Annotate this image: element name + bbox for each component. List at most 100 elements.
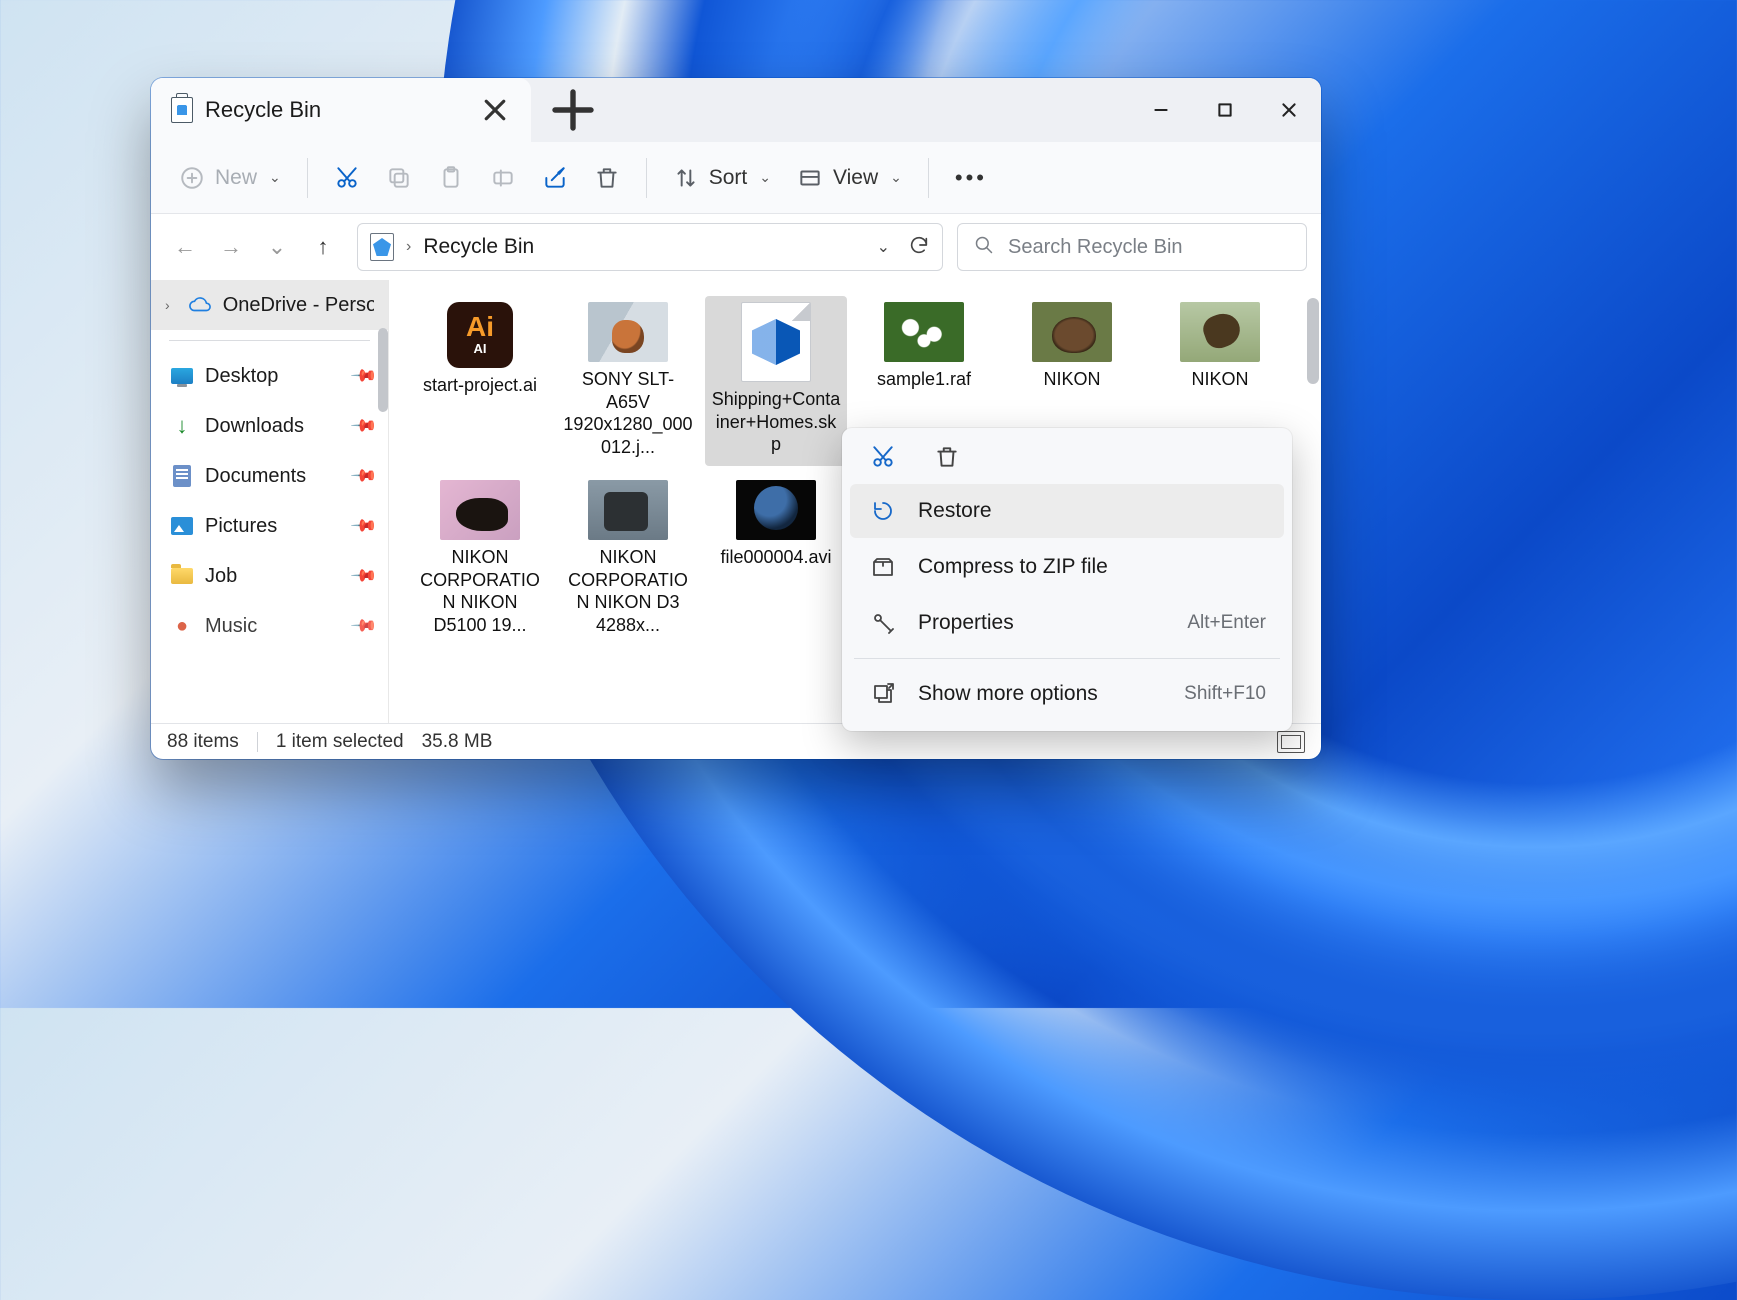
context-compress[interactable]: Compress to ZIP file (850, 540, 1284, 594)
selection-count: 1 item selected (276, 731, 404, 753)
breadcrumb[interactable]: Recycle Bin (423, 235, 534, 259)
sidebar-item-label: Desktop (205, 365, 278, 388)
forward-button[interactable]: → (211, 227, 251, 267)
sidebar-item-label: Job (205, 565, 237, 588)
restore-icon (868, 496, 898, 526)
cut-menu-button[interactable] (868, 442, 898, 472)
pin-icon: 📌 (349, 461, 378, 490)
sidebar-item-onedrive[interactable]: › OneDrive - Personal (151, 280, 388, 330)
sidebar-item-documents[interactable]: Documents 📌 (151, 451, 388, 501)
pictures-icon (171, 517, 193, 535)
context-menu: Restore Compress to ZIP file Properties … (842, 428, 1292, 731)
image-thumbnail (440, 480, 520, 540)
sidebar-item-pictures[interactable]: Pictures 📌 (151, 501, 388, 551)
toolbar: New ⌄ Sort ⌄ View ⌄ ••• (151, 142, 1321, 214)
desktop-icon (171, 368, 193, 384)
view-details-toggle[interactable] (1277, 731, 1305, 753)
pin-icon: 📌 (349, 361, 378, 390)
navigation-row: ← → ⌄ ↑ › Recycle Bin ⌄ (151, 214, 1321, 280)
file-item[interactable]: AiAIstart-project.ai (409, 296, 551, 466)
shortcut-label: Shift+F10 (1184, 683, 1266, 705)
image-thumbnail (1032, 302, 1112, 362)
file-item[interactable]: file000004.avi (705, 474, 847, 644)
delete-button[interactable] (584, 156, 630, 200)
maximize-button[interactable] (1193, 82, 1257, 138)
item-count: 88 items (167, 731, 239, 753)
search-icon (974, 235, 994, 260)
cut-button[interactable] (324, 156, 370, 200)
address-dropdown-button[interactable]: ⌄ (877, 237, 890, 257)
content-scrollbar[interactable] (1307, 298, 1319, 384)
more-button[interactable]: ••• (945, 156, 997, 200)
skp-file-icon (741, 302, 811, 382)
file-item[interactable]: SONY SLT-A65V 1920x1280_000012.j... (557, 296, 699, 466)
ai-file-icon: AiAI (447, 302, 513, 368)
download-icon: ↓ (171, 415, 193, 437)
sidebar-item-desktop[interactable]: Desktop 📌 (151, 351, 388, 401)
minimize-button[interactable] (1129, 82, 1193, 138)
zip-icon (868, 552, 898, 582)
refresh-button[interactable] (908, 234, 930, 261)
selection-size: 35.8 MB (422, 731, 493, 753)
chevron-down-icon: ⌄ (759, 169, 771, 186)
image-thumbnail (588, 480, 668, 540)
tab-title: Recycle Bin (205, 97, 321, 123)
sidebar-item-label: Documents (205, 465, 306, 488)
pin-icon: 📌 (349, 611, 378, 640)
sidebar-item-label: Downloads (205, 415, 304, 438)
image-thumbnail (1180, 302, 1260, 362)
chevron-down-icon: ⌄ (890, 169, 902, 186)
recent-locations-button[interactable]: ⌄ (257, 227, 297, 267)
back-button[interactable]: ← (165, 227, 205, 267)
recycle-bin-icon (171, 97, 193, 123)
more-options-icon (868, 679, 898, 709)
rename-button[interactable] (480, 156, 526, 200)
folder-icon (171, 568, 193, 584)
context-properties[interactable]: Properties Alt+Enter (850, 596, 1284, 650)
tab-recycle-bin[interactable]: Recycle Bin (151, 78, 531, 142)
video-thumbnail (736, 480, 816, 540)
sort-button[interactable]: Sort ⌄ (663, 156, 781, 200)
image-thumbnail (884, 302, 964, 362)
recycle-bin-icon (370, 233, 394, 261)
context-show-more[interactable]: Show more options Shift+F10 (850, 667, 1284, 721)
shortcut-label: Alt+Enter (1187, 612, 1266, 634)
pin-icon: 📌 (349, 411, 378, 440)
delete-menu-button[interactable] (932, 442, 962, 472)
cloud-icon (189, 294, 211, 316)
file-item[interactable]: NIKON CORPORATION NIKON D5100 19... (409, 474, 551, 644)
new-button[interactable]: New ⌄ (169, 156, 291, 200)
search-input[interactable] (1008, 236, 1290, 259)
share-button[interactable] (532, 156, 578, 200)
sidebar-item-label: Music (205, 615, 257, 638)
up-button[interactable]: ↑ (303, 227, 343, 267)
sidebar-item-job[interactable]: Job 📌 (151, 551, 388, 601)
tab-close-button[interactable] (481, 96, 509, 124)
new-tab-button[interactable] (549, 86, 597, 134)
chevron-down-icon: ⌄ (269, 169, 281, 186)
properties-icon (868, 608, 898, 638)
image-thumbnail (588, 302, 668, 362)
sidebar: › OneDrive - Personal Desktop 📌 ↓ Downlo… (151, 280, 389, 723)
sidebar-item-label: Pictures (205, 515, 277, 538)
chevron-right-icon: › (406, 238, 411, 256)
view-button[interactable]: View ⌄ (787, 156, 912, 200)
paste-button[interactable] (428, 156, 474, 200)
window-controls (1129, 82, 1321, 138)
chevron-right-icon: › (165, 297, 177, 313)
pin-icon: 📌 (349, 511, 378, 540)
titlebar: Recycle Bin (151, 78, 1321, 142)
context-restore[interactable]: Restore (850, 484, 1284, 538)
copy-button[interactable] (376, 156, 422, 200)
sidebar-scrollbar[interactable] (378, 328, 388, 412)
close-button[interactable] (1257, 82, 1321, 138)
address-bar[interactable]: › Recycle Bin ⌄ (357, 223, 943, 271)
file-item-selected[interactable]: Shipping+Container+Homes.skp (705, 296, 847, 466)
music-icon: ● (171, 615, 193, 637)
sidebar-item-music[interactable]: ● Music 📌 (151, 601, 388, 651)
file-item[interactable]: NIKON CORPORATION NIKON D3 4288x... (557, 474, 699, 644)
document-icon (173, 465, 191, 487)
pin-icon: 📌 (349, 561, 378, 590)
sidebar-item-downloads[interactable]: ↓ Downloads 📌 (151, 401, 388, 451)
search-box[interactable] (957, 223, 1307, 271)
